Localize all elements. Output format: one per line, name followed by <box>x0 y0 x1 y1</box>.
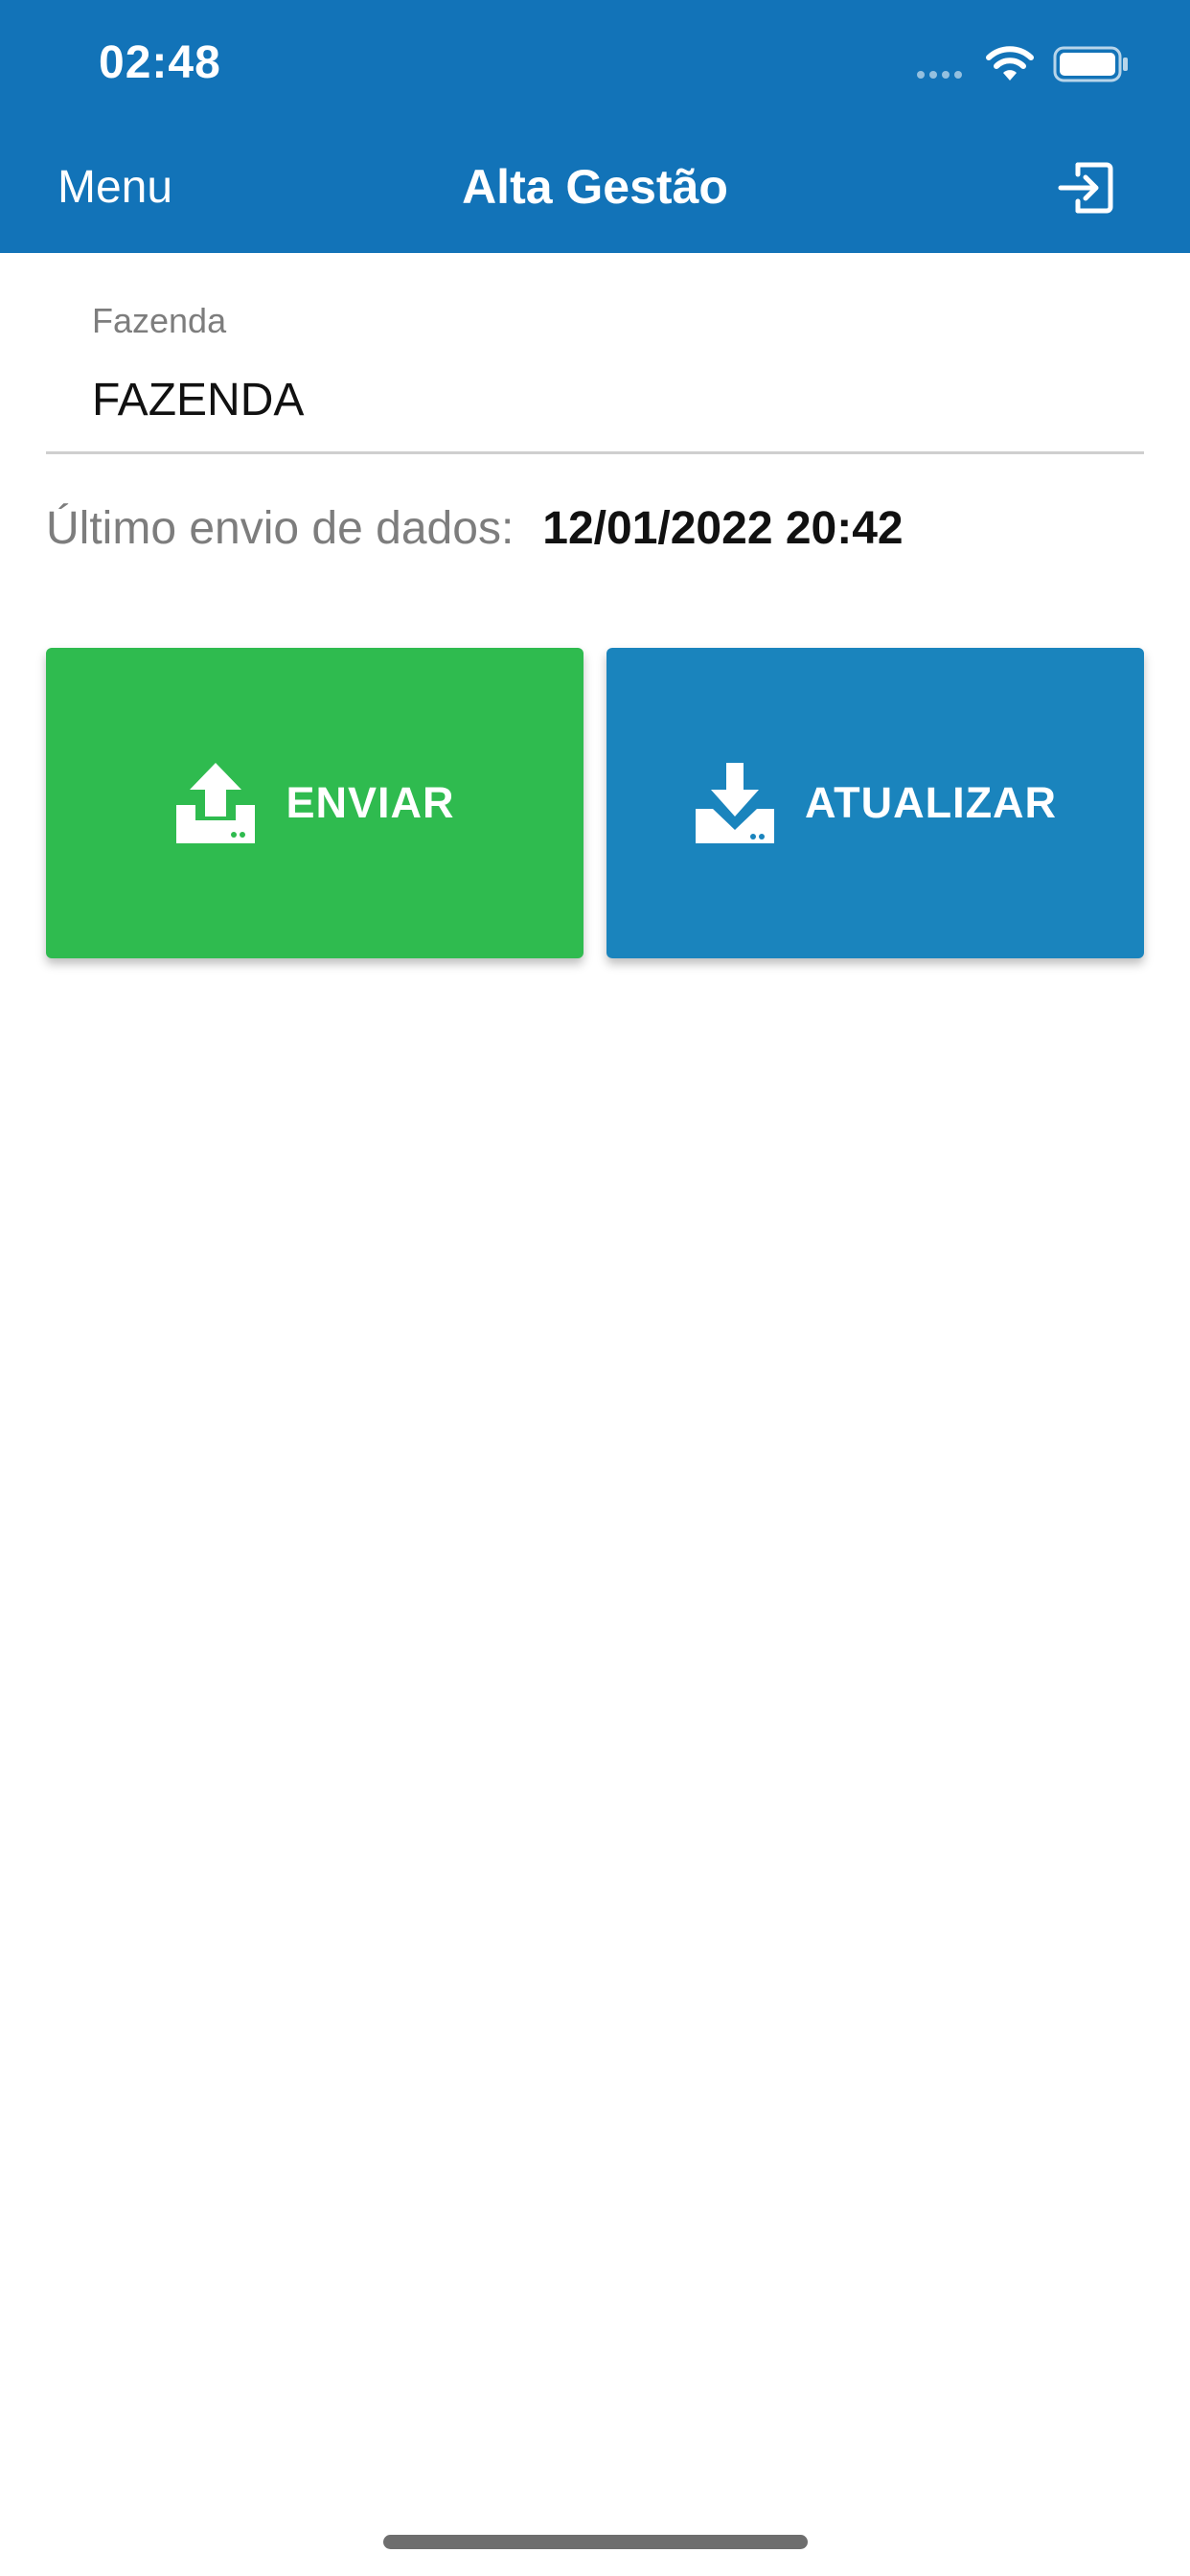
logout-icon[interactable] <box>1057 161 1114 215</box>
send-button-label: ENVIAR <box>286 778 455 827</box>
update-button-label: ATUALIZAR <box>804 778 1058 827</box>
page-title: Alta Gestão <box>462 160 728 214</box>
home-indicator[interactable] <box>383 2535 808 2549</box>
send-button[interactable]: ENVIAR <box>46 648 584 958</box>
status-time: 02:48 <box>99 37 221 88</box>
farm-field-label: Fazenda <box>92 301 227 340</box>
last-send-label: Último envio de dados: <box>46 503 515 554</box>
farm-select-field[interactable]: Fazenda FAZENDA <box>46 288 1144 454</box>
last-send-row: Último envio de dados: 12/01/2022 20:42 <box>46 502 904 555</box>
app-header: 02:48 Menu Alta Gestão <box>0 0 1190 253</box>
upload-icon <box>176 763 256 843</box>
update-button[interactable]: ATUALIZAR <box>606 648 1144 958</box>
battery-icon <box>1053 46 1128 82</box>
last-send-value: 12/01/2022 20:42 <box>542 503 904 554</box>
download-icon <box>695 763 774 843</box>
wifi-icon <box>986 46 1034 80</box>
farm-field-value: FAZENDA <box>92 375 305 426</box>
signal-dots-icon <box>917 71 962 79</box>
